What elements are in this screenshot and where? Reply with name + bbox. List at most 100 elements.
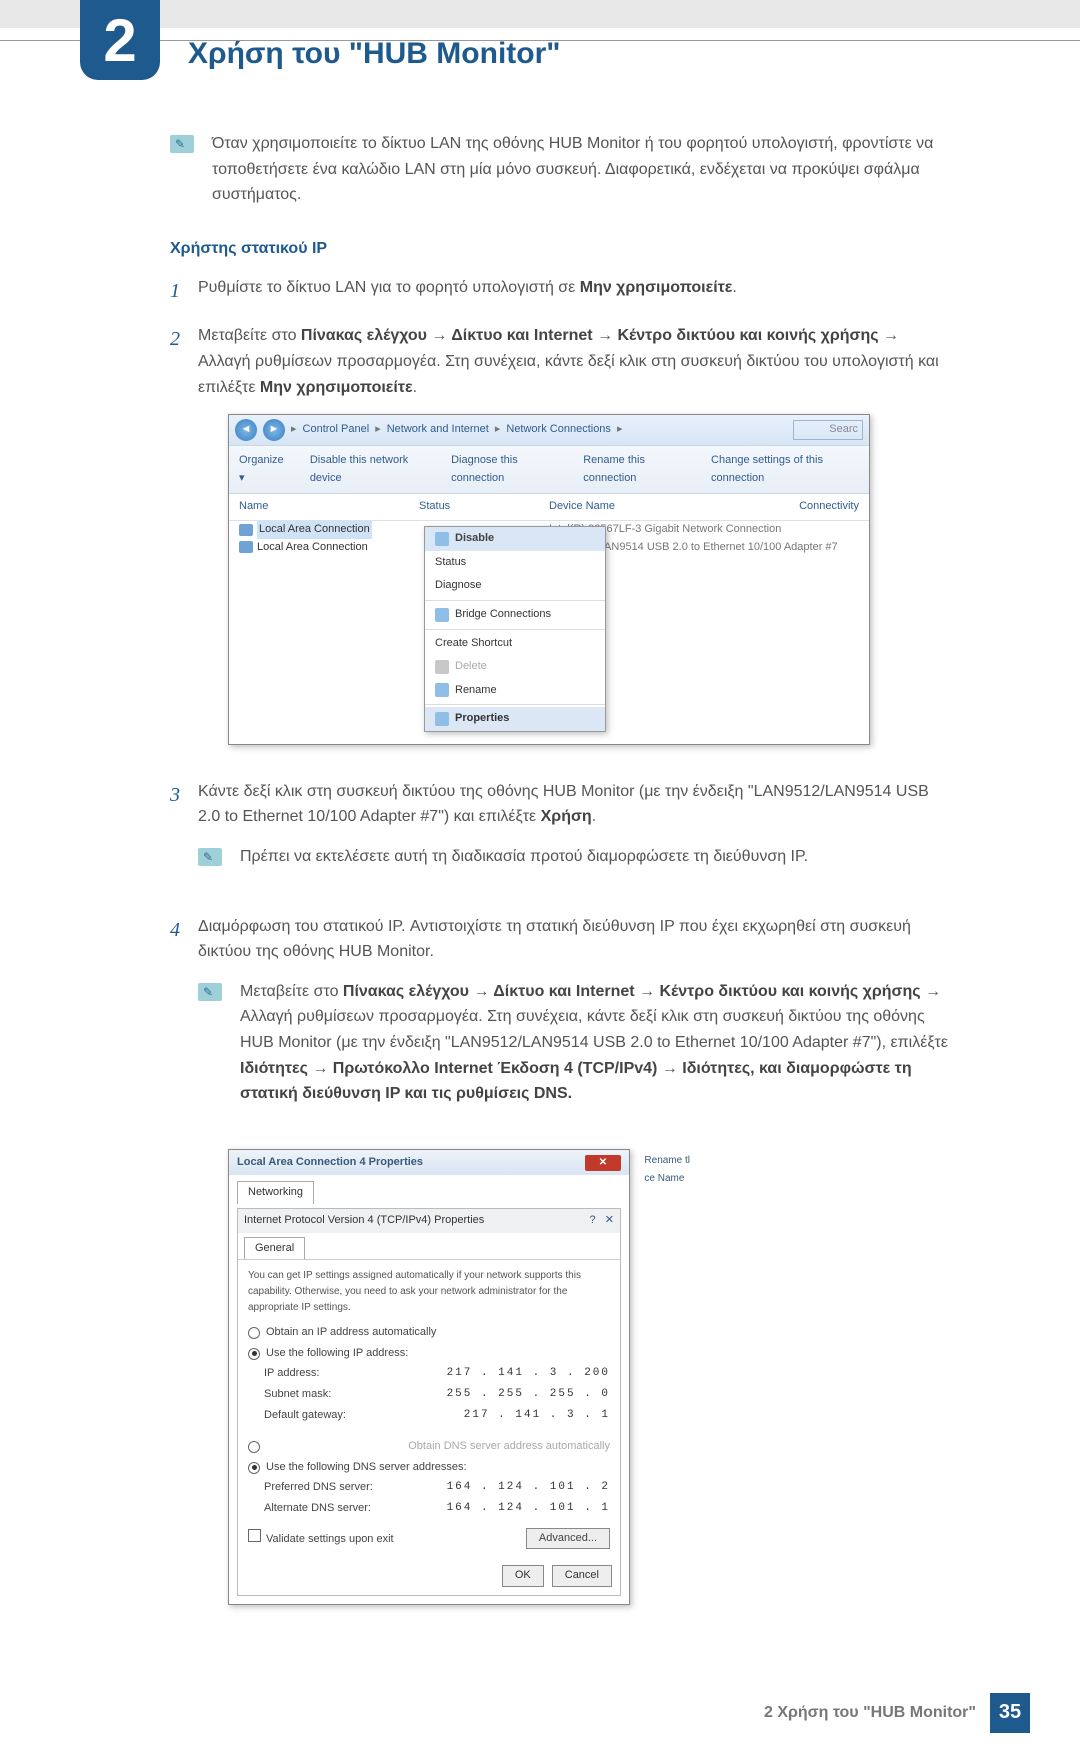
col-name[interactable]: Name [239,498,419,516]
s2-c: Δίκτυο και Internet [451,327,592,344]
inner-dialog-title: Internet Protocol Version 4 (TCP/IPv4) P… [244,1212,484,1230]
page-number: 35 [990,1693,1030,1733]
dialog-title: Local Area Connection 4 Properties [237,1154,423,1172]
adapter-icon [239,524,253,536]
checkbox-validate[interactable]: Validate settings upon exit [248,1529,394,1549]
value-mask[interactable]: 255 . 255 . 255 . 0 [447,1386,610,1404]
network-connections-screenshot: ◄ ► ▸ Control Panel ▸ Network and Intern… [228,414,950,745]
nav-back-icon[interactable]: ◄ [235,419,257,441]
tab-networking[interactable]: Networking [237,1181,314,1204]
step-4: 4 Διαμόρφωση του στατικού IP. Αντιστοιχί… [170,914,950,1623]
step-number: 4 [170,914,198,1623]
step-number: 1 [170,275,198,307]
s2-g: . [413,379,417,396]
step-2: 2 Μεταβείτε στο Πίνακας ελέγχου → Δίκτυο… [170,323,950,763]
rename-button[interactable]: Rename this connection [583,452,687,487]
page-footer: 2 Χρήση του "HUB Monitor" 35 [0,1679,1080,1763]
arrow-icon: → [427,327,451,344]
top-note: Όταν χρησιμοποιείτε το δίκτυο LAN της οθ… [170,131,950,208]
value-adns[interactable]: 164 . 124 . 101 . 1 [447,1500,610,1518]
context-menu: Disable Status Diagnose Bridge Connectio… [424,526,606,732]
arrow-icon: → [593,327,618,344]
value-gateway[interactable]: 217 . 141 . 3 . 1 [464,1407,610,1425]
col-device[interactable]: Device Name [549,498,779,516]
nav-forward-icon[interactable]: ► [263,419,285,441]
ctx-properties[interactable]: Properties [425,707,605,731]
shield-icon [435,683,449,697]
background-window-labels: Rename tl ce Name [644,1153,690,1189]
step4-note: Μεταβείτε στο Πίνακας ελέγχου → Δίκτυο κ… [198,979,950,1107]
close-icon[interactable]: ✕ [585,1155,621,1171]
ipv4-description: You can get IP settings assigned automat… [248,1268,610,1316]
s3-bold: Χρήση [541,808,592,825]
ctx-delete[interactable]: Delete [425,655,605,679]
s2-f: Μην χρησιμοποιείτε [260,379,413,396]
tab-general[interactable]: General [244,1237,305,1260]
shield-icon [435,532,449,546]
s4-g: Πρωτόκολλο Internet Έκδοση 4 (TCP/IPv4) [333,1060,658,1077]
arrow-icon: → [657,1060,682,1077]
arrow-icon: → [635,983,660,1000]
crumb-network-connections[interactable]: Network Connections [506,421,611,439]
crumb-control-panel[interactable]: Control Panel [303,421,370,439]
s2-b: Πίνακας ελέγχου [301,327,427,344]
label-mask: Subnet mask: [264,1386,331,1404]
value-ip[interactable]: 217 . 141 . 3 . 200 [447,1365,610,1383]
label-pdns: Preferred DNS server: [264,1479,373,1497]
advanced-button[interactable]: Advanced... [526,1528,610,1550]
arrow-icon: → [469,983,493,1000]
step-3: 3 Κάντε δεξί κλικ στη συσκευή δικτύου τη… [170,779,950,898]
col-connectivity[interactable]: Connectivity [779,498,859,516]
step1-post: . [732,279,736,296]
arrow-icon: → [879,327,899,344]
s4-c: Δίκτυο και Internet [493,983,634,1000]
ctx-shortcut[interactable]: Create Shortcut [425,632,605,656]
disable-device-button[interactable]: Disable this network device [310,452,427,487]
shield-icon [435,608,449,622]
conn-name: Local Area Connection [257,521,372,539]
s4-d: Κέντρο δικτύου και κοινής χρήσης [659,983,920,1000]
organize-button[interactable]: Organize ▾ [239,452,286,487]
shield-icon [435,712,449,726]
col-status[interactable]: Status [419,498,549,516]
step-number: 2 [170,323,198,763]
value-pdns[interactable]: 164 . 124 . 101 . 2 [447,1479,610,1497]
section-heading: Χρήστης στατικού IP [170,236,950,262]
step-number: 3 [170,779,198,898]
cancel-button[interactable]: Cancel [552,1565,612,1587]
crumb-network-internet[interactable]: Network and Internet [387,421,489,439]
chapter-title: Χρήση του "HUB Monitor" [188,37,561,71]
step1-pre: Ρυθμίστε το δίκτυο LAN για το φορητό υπο… [198,279,580,296]
radio-auto-ip[interactable]: Obtain an IP address automatically [248,1324,610,1342]
step3-note: Πρέπει να εκτελέσετε αυτή τη διαδικασία … [198,844,950,870]
top-gray-bar [0,0,1080,28]
chapter-number-badge: 2 [80,0,160,80]
ctx-diagnose[interactable]: Diagnose [425,574,605,598]
columns-header: Name Status Device Name Connectivity [229,494,869,521]
ctx-bridge[interactable]: Bridge Connections [425,603,605,627]
chapter-header: 2 Χρήση του "HUB Monitor" [0,28,1080,80]
explorer-toolbar: Organize ▾ Disable this network device D… [229,445,869,494]
step3-note-text: Πρέπει να εκτελέσετε αυτή τη διαδικασία … [240,844,808,870]
ctx-status[interactable]: Status [425,551,605,575]
note-icon [198,983,222,1001]
radio-use-dns[interactable]: Use the following DNS server addresses: [248,1459,610,1477]
ctx-disable[interactable]: Disable [425,527,605,551]
note-icon [198,848,222,866]
diagnose-button[interactable]: Diagnose this connection [451,452,559,487]
s3-post: . [592,808,596,825]
label-adns: Alternate DNS server: [264,1500,371,1518]
ctx-rename[interactable]: Rename [425,679,605,703]
s2-a: Μεταβείτε στο [198,327,301,344]
explorer-titlebar: ◄ ► ▸ Control Panel ▸ Network and Intern… [229,415,869,445]
search-input[interactable]: Searc [793,420,863,440]
s2-d: Κέντρο δικτύου και κοινής χρήσης [617,327,878,344]
footer-text: 2 Χρήση του "HUB Monitor" [764,1704,976,1722]
step-1: 1 Ρυθμίστε το δίκτυο LAN για το φορητό υ… [170,275,950,307]
change-settings-button[interactable]: Change settings of this connection [711,452,859,487]
ok-button[interactable]: OK [502,1565,544,1587]
label-gateway: Default gateway: [264,1407,346,1425]
radio-use-ip[interactable]: Use the following IP address: [248,1345,610,1363]
s4-f: Ιδιότητες [240,1060,308,1077]
s4-a: Μεταβείτε στο [240,983,343,1000]
